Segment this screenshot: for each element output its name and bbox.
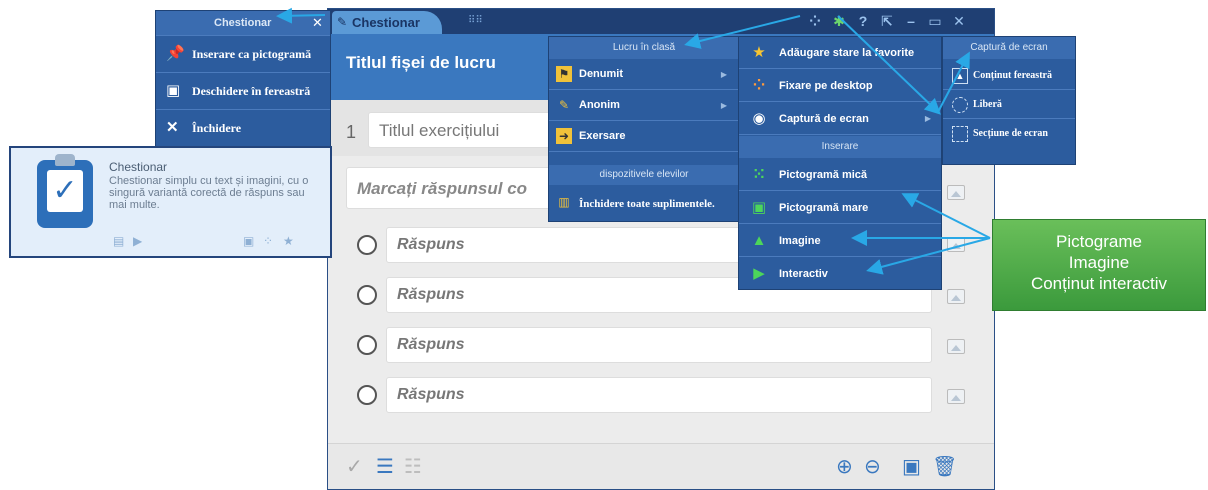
question-image-icon[interactable] (947, 185, 965, 200)
menu-close-icon[interactable]: ✕ (312, 11, 323, 35)
remove-icon[interactable]: ⊖ (864, 455, 881, 479)
submenu-arrow-icon: ▶ (720, 101, 727, 110)
minimize-icon[interactable]: – (902, 12, 920, 30)
maximize-icon[interactable]: ▭ (926, 12, 944, 30)
menu-item-open-window[interactable]: ▣ Deschidere în fereastră (156, 72, 330, 108)
insert-header: Inserare (739, 136, 941, 158)
menu-item-named[interactable]: ⚑ Denumit ▶ (549, 59, 739, 90)
pin-icon: 📌 (166, 46, 185, 62)
screenshot-submenu: Captură de ecran ▲ Conținut fereastră Li… (942, 36, 1076, 165)
close-x-icon: ✕ (166, 120, 179, 136)
exercise-title-input[interactable]: Titlul exercițiului (368, 112, 568, 148)
quiz-clipboard-icon: ✓ (37, 154, 93, 228)
star-small-icon: ★ (283, 234, 294, 248)
camera-icon: ◉ (752, 110, 766, 127)
menu-item-small-icon[interactable]: ⁙ Pictogramă mică (739, 159, 941, 191)
region-icon (952, 126, 968, 142)
large-icon: ▣ (751, 199, 767, 216)
exercise-number: 1 (346, 122, 357, 142)
title-bar: ✎ Chestionar ⠿⠿ ⁘ ✱ ? ⇱ – ▭ ✕ (328, 9, 994, 34)
widget-info-card: ✓ Chestionar Chestionar simplu cu text ș… (9, 146, 332, 258)
card-description: Chestionar simplu cu text și imagini, cu… (109, 175, 309, 211)
answer-radio[interactable] (357, 335, 377, 355)
grid-list-icon[interactable]: ☷ (404, 455, 422, 479)
answer-input[interactable]: Răspuns (386, 327, 932, 363)
help-icon[interactable]: ? (854, 12, 872, 30)
small-icon: ⁙ (752, 166, 766, 183)
anonymous-icon: ✎ (558, 98, 570, 112)
freeform-icon (952, 97, 968, 113)
save-icon[interactable]: ▣ (902, 455, 921, 479)
named-icon: ⚑ (556, 66, 572, 82)
answer-radio[interactable] (357, 235, 377, 255)
dots-icon: ⁘ (263, 234, 274, 248)
callout-line: Conținut interactiv (1030, 274, 1168, 293)
customize-icon[interactable]: ⁘ (806, 12, 824, 30)
close-icon[interactable]: ✕ (950, 12, 968, 30)
footer-toolbar (328, 443, 994, 489)
window-icon: ▣ (166, 83, 181, 99)
menu-item-pin-desktop[interactable]: ⁘ Fixare pe desktop (739, 70, 941, 102)
answer-image-icon[interactable] (947, 339, 965, 354)
tab-label: Chestionar (352, 15, 420, 30)
save-small-icon: ▣ (243, 234, 255, 248)
menu-item-close[interactable]: ✕ Închidere (156, 109, 330, 145)
close-addons-icon: ▥ (558, 195, 570, 209)
menu-item-insert-icon[interactable]: 📌 Inserare ca pictogramă (156, 35, 330, 71)
class-menu-header: Lucru în clasă (549, 37, 739, 59)
card-title: Chestionar (109, 160, 168, 174)
desktop-pin-icon: ⁘ (752, 77, 766, 94)
answer-radio[interactable] (357, 285, 377, 305)
interactive-icon: ▶ (753, 265, 765, 282)
widget-menu: Chestionar ✕ 📌 Inserare ca pictogramă ▣ … (155, 10, 331, 150)
widget-menu-title: Chestionar ✕ (156, 11, 330, 35)
star-icon: ★ (752, 44, 766, 61)
callout-box: Pictograme Imagine Conținut interactiv (992, 219, 1206, 311)
screenshot-header: Captură de ecran (943, 37, 1075, 59)
tab-chestionar[interactable]: ✎ Chestionar (332, 11, 442, 34)
answer-image-icon[interactable] (947, 389, 965, 404)
popout-icon[interactable]: ⇱ (878, 12, 896, 30)
callout-line: Imagine (1068, 253, 1130, 272)
check-icon[interactable]: ✓ (346, 455, 363, 479)
tools-icon[interactable]: ✱ (830, 12, 848, 30)
add-icon[interactable]: ⊕ (836, 455, 853, 479)
menu-item-add-favorite[interactable]: ★ Adăugare stare la favorite (739, 37, 941, 69)
submenu-arrow-icon: ▶ (720, 70, 727, 79)
pencil-icon: ✎ (337, 15, 348, 29)
callout-line: Pictograme (1056, 232, 1142, 251)
submenu-arrow-icon: ▶ (924, 114, 931, 123)
answer-image-icon[interactable] (947, 237, 965, 252)
menu-item-large-icon[interactable]: ▣ Pictogramă mare (739, 192, 941, 224)
insert-menu: ★ Adăugare stare la favorite ⁘ Fixare pe… (738, 36, 942, 290)
menu-item-window-content[interactable]: ▲ Conținut fereastră (943, 62, 1075, 90)
menu-item-screenshot[interactable]: ◉ Captură de ecran ▶ (739, 103, 941, 135)
help-doc-icon: ▤ (113, 234, 125, 248)
class-work-menu: Lucru în clasă ⚑ Denumit ▶ ✎ Anonim ▶ ➜ … (548, 36, 740, 222)
menu-item-anonymous[interactable]: ✎ Anonim ▶ (549, 90, 739, 121)
answer-input[interactable]: Răspuns (386, 377, 932, 413)
answer-radio[interactable] (357, 385, 377, 405)
menu-item-freeform[interactable]: Liberă (943, 91, 1075, 119)
menu-item-practice[interactable]: ➜ Exersare (549, 121, 739, 152)
devices-header: dispozitivele elevilor (549, 165, 739, 185)
video-icon: ▶ (133, 234, 143, 248)
window-capture-icon: ▲ (952, 68, 968, 84)
practice-icon: ➜ (556, 128, 572, 144)
list-icon[interactable]: ☰ (376, 455, 394, 479)
menu-item-image[interactable]: ▲ Imagine (739, 225, 941, 257)
answer-image-icon[interactable] (947, 289, 965, 304)
image-icon: ▲ (751, 232, 767, 249)
menu-item-region[interactable]: Secțiune de ecran (943, 120, 1075, 148)
worksheet-title[interactable]: Titlul fișei de lucru (346, 53, 496, 73)
trash-icon[interactable]: 🗑 (932, 455, 957, 479)
menu-item-close-addons[interactable]: ▥ Închidere toate suplimentele. (549, 187, 739, 221)
menu-item-interactive[interactable]: ▶ Interactiv (739, 258, 941, 290)
grid-icon[interactable]: ⠿⠿ (468, 15, 484, 27)
